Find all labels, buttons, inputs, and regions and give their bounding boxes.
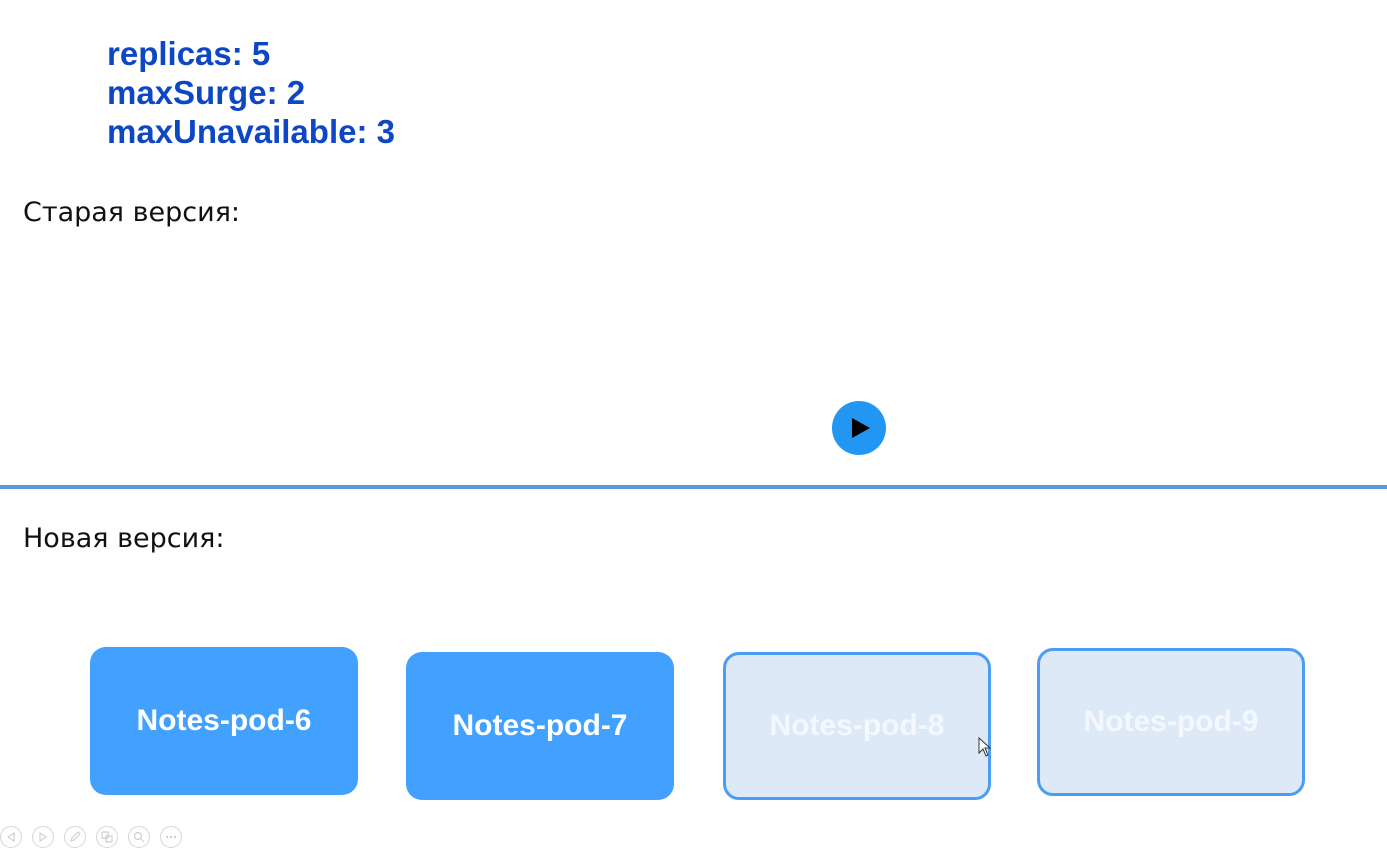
mouse-cursor-icon <box>978 737 992 757</box>
slides-icon[interactable] <box>96 826 118 848</box>
pod-label: Notes-pod-8 <box>769 709 945 742</box>
more-icon[interactable] <box>160 826 182 848</box>
pod-label: Notes-pod-7 <box>452 709 628 742</box>
rollout-params: replicas: 5 maxSurge: 2 maxUnavailable: … <box>107 34 395 151</box>
new-version-label: Новая версия: <box>23 523 225 554</box>
previous-icon[interactable] <box>0 826 22 848</box>
pod-card-9: Notes-pod-9 <box>1037 648 1305 796</box>
old-version-label: Старая версия: <box>23 197 241 228</box>
max-unavailable-text: maxUnavailable: 3 <box>107 113 395 150</box>
version-divider <box>0 485 1387 489</box>
pod-card-6: Notes-pod-6 <box>90 647 358 795</box>
replicas-text: replicas: 5 <box>107 35 271 72</box>
zoom-icon[interactable] <box>128 826 150 848</box>
pod-card-8: Notes-pod-8 <box>723 652 991 800</box>
slide: replicas: 5 maxSurge: 2 maxUnavailable: … <box>0 0 1387 852</box>
presentation-toolbar <box>0 826 182 848</box>
next-icon[interactable] <box>32 826 54 848</box>
play-icon <box>852 418 870 438</box>
pen-icon[interactable] <box>64 826 86 848</box>
pod-label: Notes-pod-9 <box>1083 705 1259 738</box>
max-surge-text: maxSurge: 2 <box>107 74 306 111</box>
pod-label: Notes-pod-6 <box>136 704 312 737</box>
pod-card-7: Notes-pod-7 <box>406 652 674 800</box>
play-button[interactable] <box>832 401 886 455</box>
